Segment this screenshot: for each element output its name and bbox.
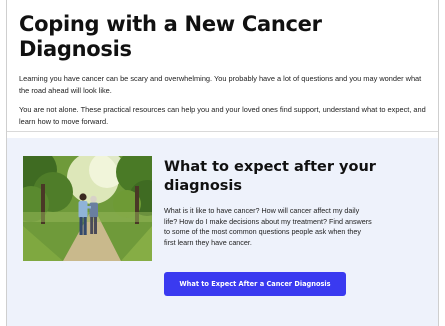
page-title: Coping with a New Cancer Diagnosis (19, 12, 322, 61)
card-title: What to expect after your diagnosis (164, 159, 376, 194)
couple-walking-illustration (23, 156, 152, 261)
card-description: What is it like to have cancer? How will… (164, 206, 372, 247)
what-to-expect-button[interactable]: What to Expect After a Cancer Diagnosis (164, 272, 346, 296)
resource-card: What to expect after your diagnosis What… (7, 138, 438, 326)
section-divider (7, 131, 438, 132)
intro-paragraph: Learning you have cancer can be scary an… (19, 74, 422, 95)
couple-walking-photo (23, 156, 152, 261)
intro-paragraph-support: You are not alone. These practical resou… (19, 105, 426, 126)
